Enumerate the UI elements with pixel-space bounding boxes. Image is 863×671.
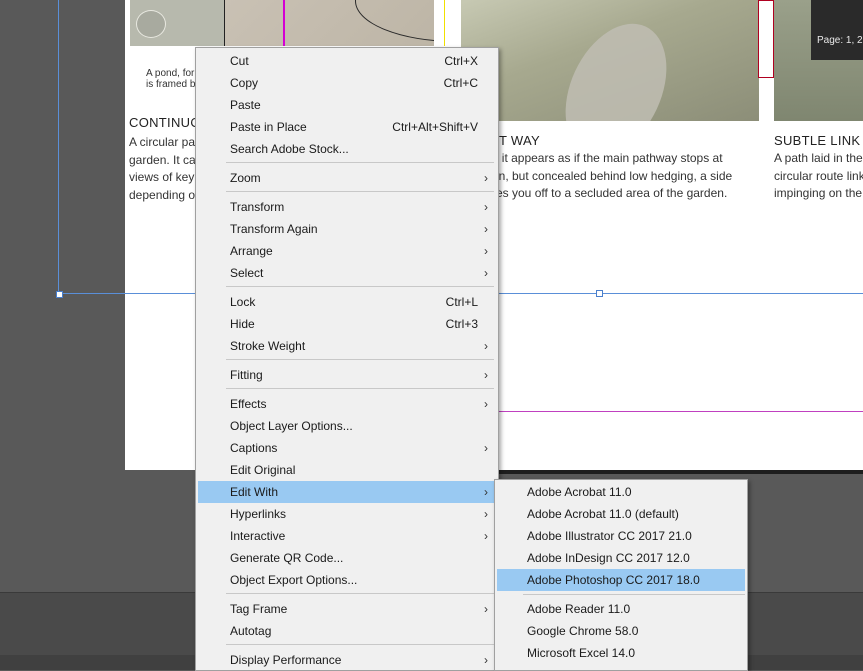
menu-item-generate-qr-code[interactable]: Generate QR Code... <box>198 547 496 569</box>
menu-item-hyperlinks[interactable]: Hyperlinks › <box>198 503 496 525</box>
menu-item-paste[interactable]: Paste <box>198 94 496 116</box>
menu-item-lock[interactable]: Lock Ctrl+L <box>198 291 496 313</box>
chevron-right-icon: › <box>484 397 488 411</box>
chevron-right-icon: › <box>484 602 488 616</box>
menu-item-zoom[interactable]: Zoom › <box>198 167 496 189</box>
pond-image[interactable] <box>130 0 434 46</box>
menu-item-interactive[interactable]: Interactive › <box>198 525 496 547</box>
body-left: A circular pa garden. It ca views of key… <box>129 135 196 202</box>
chevron-right-icon: › <box>484 200 488 214</box>
submenu-item-adobe-indesign[interactable]: Adobe InDesign CC 2017 12.0 <box>497 547 745 569</box>
red-frame[interactable] <box>758 0 774 78</box>
plan-drawing <box>224 0 434 46</box>
menu-separator <box>226 593 494 594</box>
submenu-item-adobe-illustrator[interactable]: Adobe Illustrator CC 2017 21.0 <box>497 525 745 547</box>
chevron-right-icon: › <box>484 222 488 236</box>
menu-separator <box>226 388 494 389</box>
menu-item-tag-frame[interactable]: Tag Frame › <box>198 598 496 620</box>
chevron-right-icon: › <box>484 485 488 499</box>
heading-subtle-link: SUBTLE LINK <box>774 133 861 148</box>
menu-item-paste-in-place[interactable]: Paste in Place Ctrl+Alt+Shift+V <box>198 116 496 138</box>
menu-item-captions[interactable]: Captions › <box>198 437 496 459</box>
menu-item-copy[interactable]: Copy Ctrl+C <box>198 72 496 94</box>
menu-item-autotag[interactable]: Autotag <box>198 620 496 642</box>
menu-separator <box>226 359 494 360</box>
menu-item-effects[interactable]: Effects › <box>198 393 496 415</box>
menu-item-stroke-weight[interactable]: Stroke Weight › <box>198 335 496 357</box>
submenu-item-adobe-acrobat-default[interactable]: Adobe Acrobat 11.0 (default) <box>497 503 745 525</box>
menu-item-select[interactable]: Select › <box>198 262 496 284</box>
menu-separator <box>226 286 494 287</box>
selection-handle[interactable] <box>596 290 603 297</box>
submenu-item-google-chrome[interactable]: Google Chrome 58.0 <box>497 620 745 642</box>
edit-with-submenu: Adobe Acrobat 11.0 Adobe Acrobat 11.0 (d… <box>494 479 748 671</box>
menu-item-cut[interactable]: Cut Ctrl+X <box>198 50 496 72</box>
menu-item-hide[interactable]: Hide Ctrl+3 <box>198 313 496 335</box>
menu-item-arrange[interactable]: Arrange › <box>198 240 496 262</box>
heading-continuous: CONTINUO <box>129 115 201 130</box>
chevron-right-icon: › <box>484 653 488 667</box>
chevron-right-icon: › <box>484 171 488 185</box>
chevron-right-icon: › <box>484 244 488 258</box>
menu-item-object-export-options[interactable]: Object Export Options... <box>198 569 496 591</box>
menu-separator <box>226 162 494 163</box>
pathway-image[interactable] <box>461 0 759 121</box>
page-badge-label: Page: 1, 2 <box>817 35 863 46</box>
page-badge: Page: 1, 2 <box>811 0 863 60</box>
body-right: A path laid in the circular route link i… <box>774 151 863 200</box>
chevron-right-icon: › <box>484 266 488 280</box>
magenta-guide-horizontal <box>499 411 863 412</box>
submenu-item-adobe-photoshop[interactable]: Adobe Photoshop CC 2017 18.0 <box>497 569 745 591</box>
menu-item-fitting[interactable]: Fitting › <box>198 364 496 386</box>
menu-separator <box>226 191 494 192</box>
magenta-guide-vertical <box>283 0 285 46</box>
selection-frame-left <box>58 0 59 294</box>
menu-separator <box>226 644 494 645</box>
menu-item-edit-original[interactable]: Edit Original <box>198 459 496 481</box>
context-menu: Cut Ctrl+X Copy Ctrl+C Paste Paste in Plac… <box>195 47 499 671</box>
menu-separator <box>523 594 745 595</box>
submenu-item-microsoft-excel[interactable]: Microsoft Excel 14.0 <box>497 642 745 664</box>
pond-shape <box>136 10 166 38</box>
chevron-right-icon: › <box>484 368 488 382</box>
yellow-guide-vertical <box>444 0 445 46</box>
menu-item-display-performance[interactable]: Display Performance › <box>198 649 496 671</box>
menu-item-edit-with[interactable]: Edit With › <box>198 481 496 503</box>
chevron-right-icon: › <box>484 441 488 455</box>
selection-handle[interactable] <box>56 291 63 298</box>
page-shadow <box>495 470 863 474</box>
menu-item-transform[interactable]: Transform › <box>198 196 496 218</box>
submenu-item-adobe-reader[interactable]: Adobe Reader 11.0 <box>497 598 745 620</box>
submenu-item-adobe-acrobat[interactable]: Adobe Acrobat 11.0 <box>497 481 745 503</box>
chevron-right-icon: › <box>484 507 488 521</box>
body-mid: y, it appears as if the main pathway sto… <box>490 151 733 200</box>
menu-item-transform-again[interactable]: Transform Again › <box>198 218 496 240</box>
menu-item-search-adobe-stock[interactable]: Search Adobe Stock... <box>198 138 496 160</box>
chevron-right-icon: › <box>484 529 488 543</box>
menu-item-object-layer-options[interactable]: Object Layer Options... <box>198 415 496 437</box>
chevron-right-icon: › <box>484 339 488 353</box>
